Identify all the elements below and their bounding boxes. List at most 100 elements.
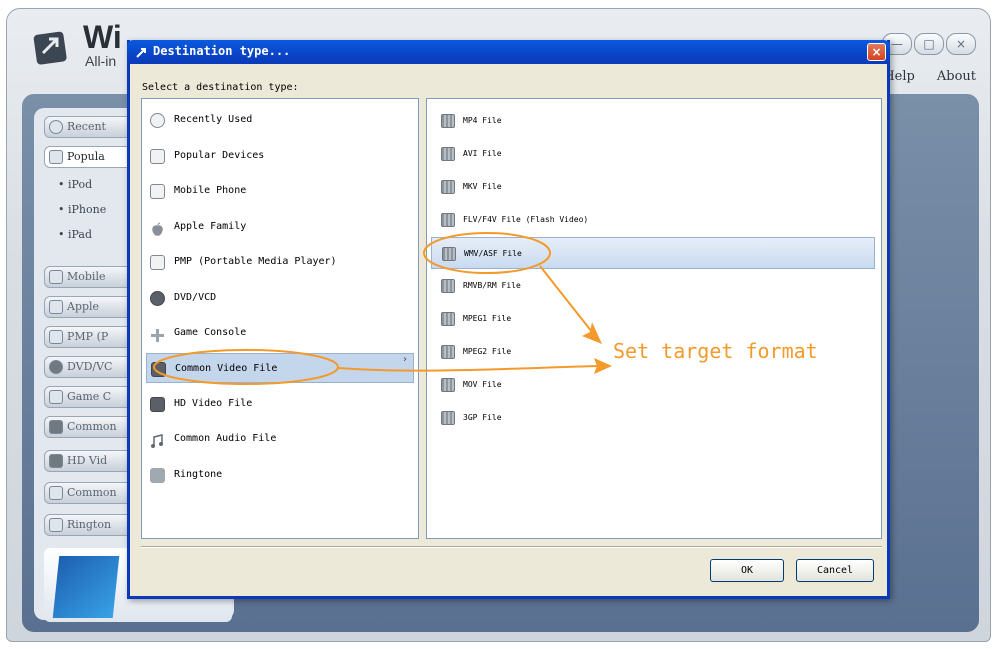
- video-file-icon: [441, 312, 455, 326]
- film-icon: [49, 420, 63, 434]
- category-game-console[interactable]: Game Console: [146, 318, 414, 348]
- annotation-label: Set target format: [613, 339, 818, 363]
- sidebar-item-label: Common: [67, 420, 117, 433]
- video-file-icon: [441, 411, 455, 425]
- format-mpeg1[interactable]: MPEG1 File: [431, 303, 875, 335]
- video-file-icon: [441, 147, 455, 161]
- format-flv-f4v[interactable]: FLV/F4V File (Flash Video): [431, 204, 875, 236]
- ringtone-icon: [49, 518, 63, 532]
- category-apple-family[interactable]: Apple Family: [146, 212, 414, 242]
- video-file-icon: [441, 114, 455, 128]
- category-label: Ringtone: [174, 469, 223, 480]
- maximize-button[interactable]: □: [914, 33, 944, 55]
- disc-icon: [150, 291, 165, 306]
- category-label: Game Console: [174, 327, 247, 338]
- format-list: MP4 File AVI File MKV File FLV/F4V File …: [426, 98, 882, 539]
- video-file-icon: [441, 345, 455, 359]
- sidebar-item-label: DVD/VC: [67, 360, 113, 373]
- disc-icon: [49, 360, 63, 374]
- category-label: DVD/VCD: [174, 292, 217, 303]
- video-file-icon: [442, 247, 456, 261]
- sidebar-item-label: HD Vid: [67, 454, 108, 467]
- hd-icon: [49, 454, 63, 468]
- sidebar-item-label: Rington: [67, 518, 112, 531]
- gamepad-icon: [150, 326, 165, 342]
- category-label: HD Video File: [174, 398, 253, 409]
- category-label: Common Audio File: [174, 433, 277, 444]
- arrow-box-icon: [49, 150, 63, 164]
- format-label: MOV File: [463, 380, 502, 389]
- phone-icon: [150, 184, 165, 199]
- format-label: MPEG2 File: [463, 347, 512, 356]
- sidebar-subitem-iphone[interactable]: • iPhone: [58, 203, 106, 216]
- format-avi[interactable]: AVI File: [431, 138, 875, 170]
- button-separator: [141, 546, 882, 548]
- sidebar-item-label: PMP (P: [67, 330, 109, 343]
- format-label: MPEG1 File: [463, 314, 512, 323]
- destination-type-dialog: Destination type... × Select a destinati…: [127, 40, 890, 599]
- sidebar-item-label: Apple: [67, 300, 100, 313]
- category-label: Recently Used: [174, 114, 253, 125]
- app-subtitle: All-in: [85, 53, 117, 69]
- sidebar-item-label: Common: [67, 486, 117, 499]
- category-ringtone[interactable]: Ringtone: [146, 460, 414, 490]
- app-title: Wi: [83, 19, 122, 55]
- window-close-button[interactable]: ×: [946, 33, 976, 55]
- sidebar-item-label: Mobile: [67, 270, 106, 283]
- film-icon: [151, 362, 166, 377]
- sidebar-item-label: Game C: [67, 390, 112, 403]
- category-label: Mobile Phone: [174, 185, 247, 196]
- sidebar-item-label: Popula: [67, 150, 105, 163]
- clock-icon: [49, 120, 63, 134]
- category-mobile-phone[interactable]: Mobile Phone: [146, 176, 414, 206]
- format-mp4[interactable]: MP4 File: [431, 105, 875, 137]
- ringtone-icon: [150, 468, 165, 483]
- ok-button[interactable]: OK: [710, 559, 784, 582]
- app-logo-icon: [33, 31, 67, 65]
- format-label: MP4 File: [463, 116, 502, 125]
- phone-icon: [49, 270, 63, 284]
- apple-icon: [49, 300, 63, 314]
- dialog-titlebar[interactable]: Destination type... ×: [127, 40, 890, 64]
- sidebar-item-label: Recent: [67, 120, 106, 133]
- cancel-button[interactable]: Cancel: [796, 559, 874, 582]
- destination-prompt: Select a destination type:: [142, 82, 299, 93]
- player-icon: [49, 330, 63, 344]
- dialog-app-icon: [136, 48, 146, 58]
- menu-about[interactable]: About: [937, 69, 976, 84]
- video-file-icon: [441, 213, 455, 227]
- category-common-video-file[interactable]: Common Video File ›: [146, 353, 414, 383]
- format-label: WMV/ASF File: [464, 249, 522, 258]
- sidebar-subitem-ipod[interactable]: • iPod: [58, 178, 92, 191]
- format-label: RMVB/RM File: [463, 281, 521, 290]
- category-list: Recently Used Popular Devices Mobile Pho…: [141, 98, 419, 539]
- app-menu: Help About: [883, 69, 976, 84]
- category-popular-devices[interactable]: Popular Devices: [146, 141, 414, 171]
- player-icon: [150, 255, 165, 270]
- format-rmvb-rm[interactable]: RMVB/RM File: [431, 270, 875, 302]
- format-wmv-asf[interactable]: WMV/ASF File: [431, 237, 875, 269]
- video-file-icon: [441, 180, 455, 194]
- format-mkv[interactable]: MKV File: [431, 171, 875, 203]
- format-label: 3GP File: [463, 413, 502, 422]
- window-controls: — □ ×: [882, 33, 976, 55]
- hd-icon: [150, 397, 165, 412]
- category-recently-used[interactable]: Recently Used: [146, 105, 414, 135]
- video-file-icon: [441, 279, 455, 293]
- category-pmp[interactable]: PMP (Portable Media Player): [146, 247, 414, 277]
- format-label: FLV/F4V File (Flash Video): [463, 215, 589, 224]
- music-note-icon: [150, 432, 165, 448]
- format-mov[interactable]: MOV File: [431, 369, 875, 401]
- apple-icon: [150, 220, 165, 236]
- category-label: Apple Family: [174, 221, 247, 232]
- format-label: AVI File: [463, 149, 502, 158]
- format-label: MKV File: [463, 182, 502, 191]
- category-hd-video-file[interactable]: HD Video File: [146, 389, 414, 419]
- format-3gp[interactable]: 3GP File: [431, 402, 875, 434]
- gamepad-icon: [49, 390, 63, 404]
- dialog-close-button[interactable]: ×: [867, 43, 886, 61]
- category-dvd-vcd[interactable]: DVD/VCD: [146, 283, 414, 313]
- preview-image: [52, 556, 120, 618]
- sidebar-subitem-ipad[interactable]: • iPad: [58, 228, 92, 241]
- category-common-audio-file[interactable]: Common Audio File: [146, 424, 414, 454]
